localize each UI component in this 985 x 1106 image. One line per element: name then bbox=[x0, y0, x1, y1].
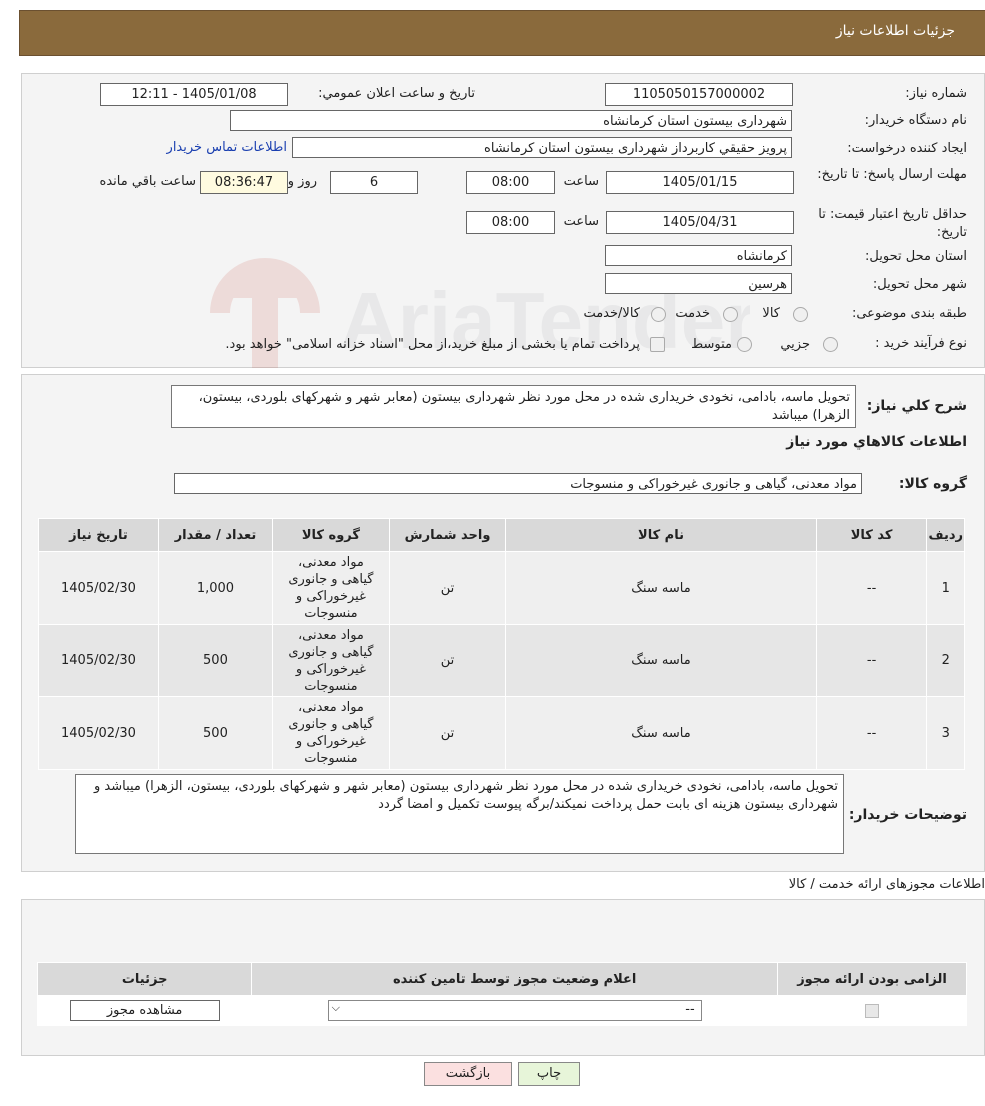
cell-qty: 1,000 bbox=[157, 551, 273, 625]
cell-qty: 500 bbox=[157, 696, 273, 770]
validity-time-field: 08:00 bbox=[466, 211, 555, 234]
cell-unit: تن bbox=[388, 624, 507, 697]
category-radio-service[interactable] bbox=[723, 307, 738, 322]
buyer-notes-label: توضیحات خریدار: bbox=[848, 807, 967, 823]
print-button[interactable]: چاپ bbox=[518, 1062, 580, 1086]
goods-info-title: اطلاعات کالاهاي مورد نياز bbox=[786, 434, 967, 450]
permit-details-cell: مشاهده مجوز bbox=[36, 995, 253, 1026]
buyer-org-field: شهرداری بیستون استان کرمانشاه bbox=[230, 110, 792, 131]
permit-header-status: اعلام وضعیت مجوز توسط تامین کننده bbox=[251, 962, 779, 996]
validity-time-label: ساعت bbox=[563, 214, 599, 229]
announce-label: تاریخ و ساعت اعلان عمومي: bbox=[318, 86, 475, 101]
process-label: نوع فرآیند خرید : bbox=[875, 336, 967, 351]
announce-field: 1405/01/08 - 12:11 bbox=[100, 83, 288, 106]
permits-title: اطلاعات مجوزهای ارائه خدمت / کالا bbox=[788, 877, 985, 892]
header-code: کد کالا bbox=[815, 518, 928, 552]
category-option-goods: کالا bbox=[762, 306, 780, 321]
cell-date: 1405/02/30 bbox=[38, 551, 159, 625]
cell-group: مواد معدنی، گیاهی و جانوری غیرخوراکی و م… bbox=[271, 624, 390, 697]
province-label: استان محل تحویل: bbox=[865, 249, 967, 264]
permit-required-cell bbox=[777, 995, 967, 1026]
page-title: جزئیات اطلاعات نیاز bbox=[835, 23, 955, 39]
remaining-time-field: 08:36:47 bbox=[200, 171, 288, 194]
cell-code: -- bbox=[815, 551, 928, 625]
header-name: نام کالا bbox=[505, 518, 817, 552]
need-number-field: 1105050157000002 bbox=[605, 83, 793, 106]
cell-group: مواد معدنی، گیاهی و جانوری غیرخوراکی و م… bbox=[271, 696, 390, 770]
permit-required-checkbox[interactable] bbox=[865, 1003, 880, 1018]
category-radio-goods-service[interactable] bbox=[651, 307, 666, 322]
cell-unit: تن bbox=[388, 696, 507, 770]
permit-header-required: الزامی بودن ارائه مجوز bbox=[777, 962, 967, 996]
cell-date: 1405/02/30 bbox=[38, 624, 159, 697]
chevron-down-icon: ⌵ bbox=[331, 1001, 341, 1014]
view-permit-button[interactable]: مشاهده مجوز bbox=[69, 1000, 220, 1021]
table-row: 3 -- ماسه سنگ تن مواد معدنی، گیاهی و جان… bbox=[38, 696, 965, 770]
deadline-time-field: 08:00 bbox=[466, 171, 555, 194]
cell-idx: 1 bbox=[926, 551, 965, 625]
cell-unit: تن bbox=[388, 551, 507, 625]
treasury-checkbox[interactable] bbox=[650, 337, 665, 352]
header-date: تاریخ نیاز bbox=[38, 518, 159, 552]
deadline-time-label: ساعت bbox=[563, 174, 599, 189]
permit-status-select[interactable]: -- ⌵ bbox=[327, 1000, 702, 1021]
header-unit: واحد شمارش bbox=[388, 518, 507, 552]
deadline-label: مهلت ارسال پاسخ: تا تاریخ: bbox=[817, 167, 967, 182]
buyer-org-label: نام دستگاه خریدار: bbox=[864, 113, 967, 128]
province-field: کرمانشاه bbox=[605, 245, 792, 266]
table-row: 2 -- ماسه سنگ تن مواد معدنی، گیاهی و جان… bbox=[38, 624, 965, 697]
cell-name: ماسه سنگ bbox=[505, 551, 817, 625]
cell-date: 1405/02/30 bbox=[38, 696, 159, 770]
cell-code: -- bbox=[815, 696, 928, 770]
page-header: جزئیات اطلاعات نیاز bbox=[19, 10, 985, 56]
goods-table: ردیف کد کالا نام کالا واحد شمارش گروه کا… bbox=[38, 518, 965, 770]
process-radio-minor[interactable] bbox=[823, 337, 838, 352]
header-qty: تعداد / مقدار bbox=[157, 518, 273, 552]
cell-group: مواد معدنی، گیاهی و جانوری غیرخوراکی و م… bbox=[271, 551, 390, 625]
days-field: 6 bbox=[330, 171, 418, 194]
cell-code: -- bbox=[815, 624, 928, 697]
validity-label: حداقل تاریخ اعتبار قیمت: تا تاریخ: bbox=[818, 207, 967, 240]
city-label: شهر محل تحویل: bbox=[872, 277, 967, 292]
cell-name: ماسه سنگ bbox=[505, 624, 817, 697]
process-note: پرداخت تمام یا بخشی از مبلغ خرید،از محل … bbox=[225, 337, 640, 352]
permits-table: الزامی بودن ارائه مجوز اعلام وضعیت مجوز … bbox=[36, 962, 967, 1026]
header-idx: ردیف bbox=[926, 518, 965, 552]
goods-group-field: مواد معدنی، گیاهی و جانوری غیرخوراکی و م… bbox=[174, 473, 862, 494]
cell-idx: 2 bbox=[926, 624, 965, 697]
goods-table-header: ردیف کد کالا نام کالا واحد شمارش گروه کا… bbox=[38, 518, 965, 552]
cell-qty: 500 bbox=[157, 624, 273, 697]
summary-label: شرح کلي نياز: bbox=[866, 398, 967, 414]
back-button[interactable]: بازگشت bbox=[424, 1062, 512, 1086]
deadline-date-field: 1405/01/15 bbox=[606, 171, 794, 194]
goods-group-label: گروه کالا: bbox=[898, 476, 967, 492]
creator-label: ایجاد کننده درخواست: bbox=[847, 141, 967, 156]
creator-field: پرويز حقيقي کاربرداز شهرداری بیستون استا… bbox=[292, 137, 792, 158]
days-label: روز و bbox=[287, 174, 317, 189]
validity-date-field: 1405/04/31 bbox=[606, 211, 794, 234]
permit-status-cell: -- ⌵ bbox=[251, 995, 779, 1026]
table-row: 1 -- ماسه سنگ تن مواد معدنی، گیاهی و جان… bbox=[38, 551, 965, 625]
remaining-label: ساعت باقي مانده bbox=[99, 174, 196, 189]
permits-table-header: الزامی بودن ارائه مجوز اعلام وضعیت مجوز … bbox=[36, 962, 967, 996]
summary-textarea[interactable]: تحویل ماسه، بادامی، نخودی خریداری شده در… bbox=[171, 385, 856, 428]
city-field: هرسین bbox=[605, 273, 792, 294]
permit-status-value: -- bbox=[685, 1002, 695, 1017]
cell-idx: 3 bbox=[926, 696, 965, 770]
category-option-service: خدمت bbox=[675, 306, 710, 321]
header-group: گروه کالا bbox=[271, 518, 390, 552]
category-radio-goods[interactable] bbox=[793, 307, 808, 322]
contact-buyer-link[interactable]: اطلاعات تماس خریدار bbox=[167, 140, 287, 155]
process-radio-medium[interactable] bbox=[737, 337, 752, 352]
permit-header-details: جزئیات bbox=[36, 962, 253, 996]
category-option-goods-service: کالا/خدمت bbox=[583, 306, 640, 321]
process-option-medium: متوسط bbox=[691, 337, 732, 352]
cell-name: ماسه سنگ bbox=[505, 696, 817, 770]
category-label: طبقه بندی موضوعی: bbox=[851, 306, 967, 321]
permits-row: -- ⌵ مشاهده مجوز bbox=[36, 995, 967, 1026]
buyer-notes-textarea[interactable]: تحویل ماسه، بادامی، نخودی خریداری شده در… bbox=[75, 774, 844, 854]
process-option-minor: جزیي bbox=[780, 337, 810, 352]
need-number-label: شماره نیاز: bbox=[905, 86, 967, 101]
